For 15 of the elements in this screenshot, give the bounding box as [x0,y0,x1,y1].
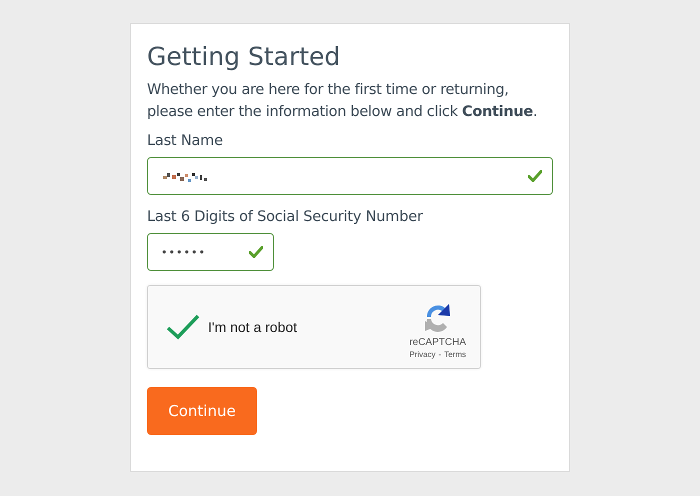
checkmark-icon [249,246,263,258]
intro-text: Whether you are here for the first time or returning, please enter the information below and click Continue. [147,81,538,122]
terms-link[interactable]: Terms [444,350,466,359]
brand-text: reCAPTCHA [409,337,466,348]
privacy-link[interactable]: Privacy [409,350,436,359]
input-field[interactable]: •••••• [147,233,274,271]
checkmark-icon [528,170,542,182]
checkmark-icon[interactable] [166,314,200,340]
input-field[interactable] [147,157,553,195]
field-label: Last 6 Digits of Social Security Number [147,209,424,225]
password-value: •••••• [161,246,206,258]
field-label: Last Name [147,133,224,149]
separator-text: - [438,350,442,359]
captcha-label: I'm not a robot [208,319,298,335]
page-title: Getting Started [147,42,342,71]
